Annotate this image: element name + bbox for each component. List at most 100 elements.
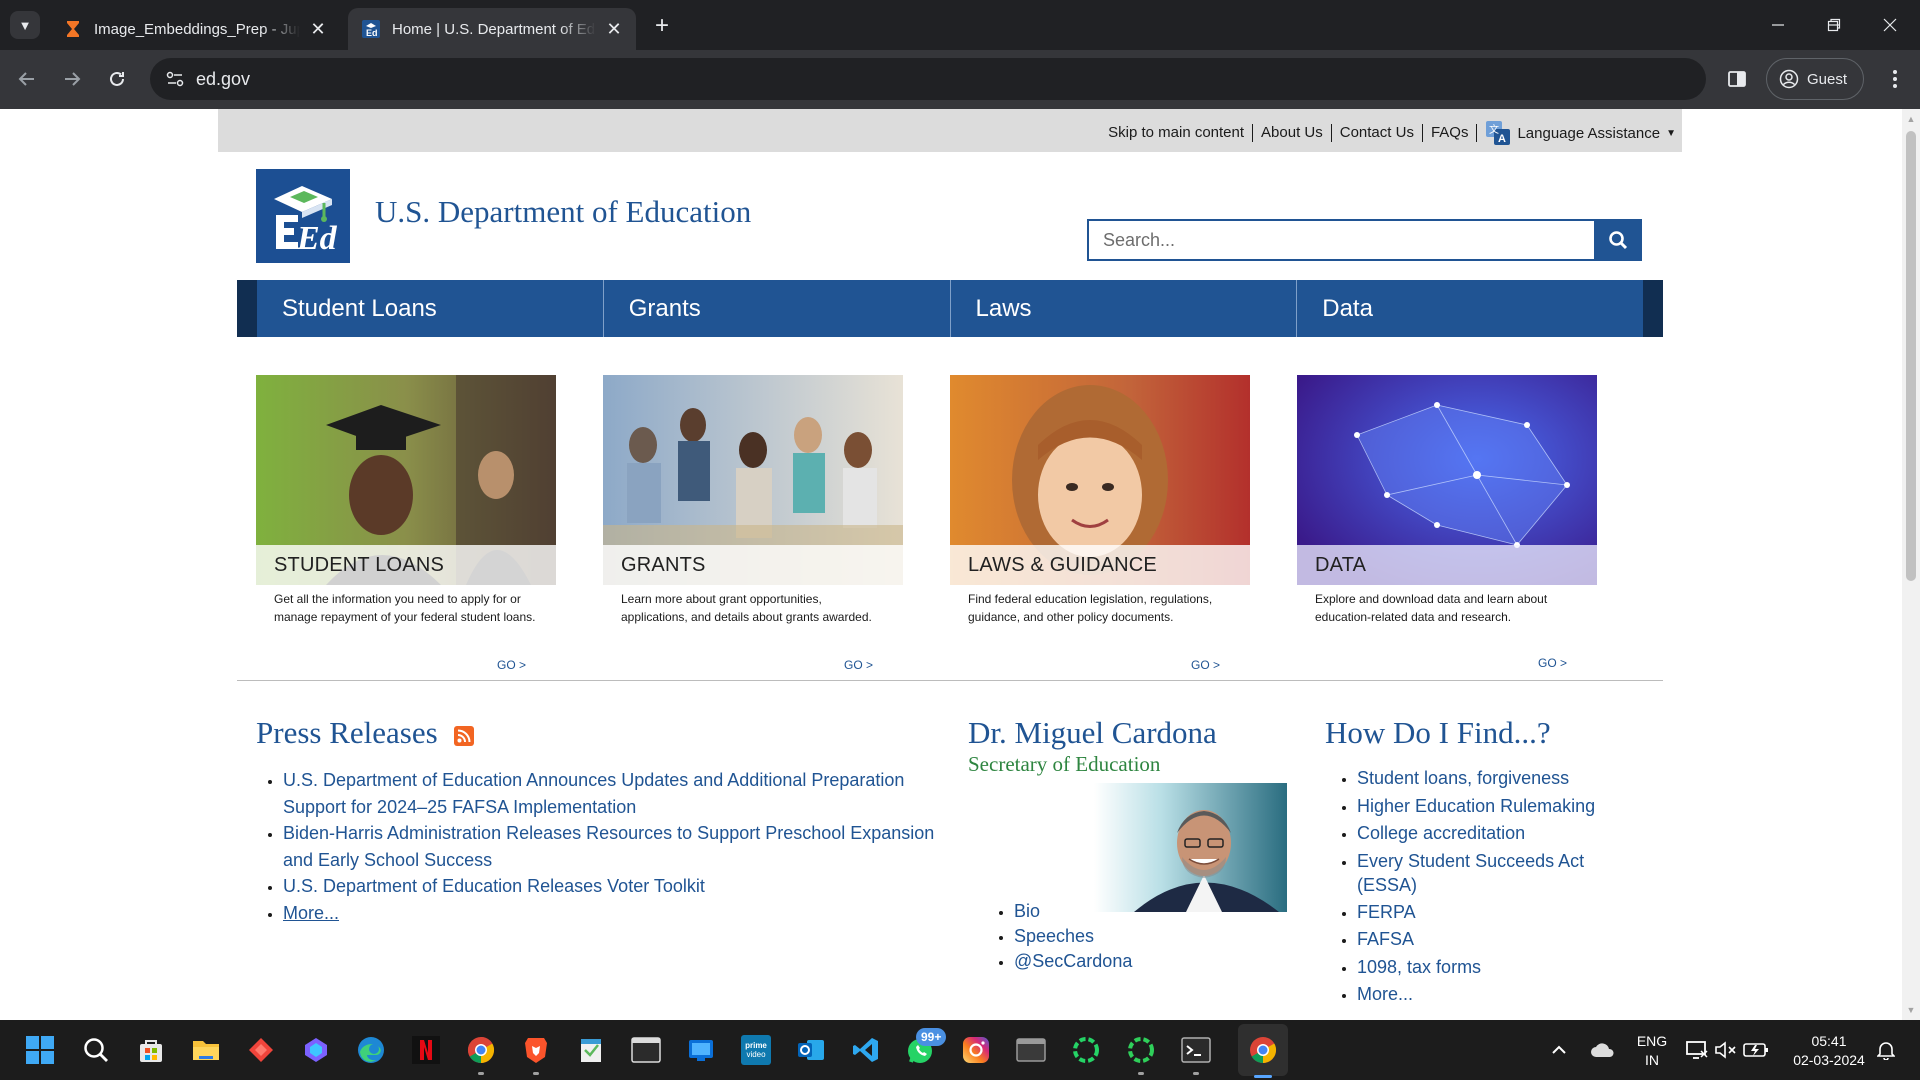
- start-icon[interactable]: [22, 1032, 58, 1068]
- card-student-loans[interactable]: STUDENT LOANS Get all the information yo…: [256, 375, 556, 672]
- card-go-link[interactable]: GO >: [1538, 656, 1567, 670]
- press-more-link[interactable]: More...: [283, 900, 936, 927]
- microsoft-store-icon[interactable]: [133, 1032, 169, 1068]
- windows-app-icon[interactable]: [683, 1032, 719, 1068]
- nav-data[interactable]: Data: [1297, 280, 1643, 337]
- chrome-icon[interactable]: [463, 1032, 499, 1068]
- faqs-link[interactable]: FAQs: [1423, 124, 1478, 142]
- main-navigation: Student Loans Grants Laws Data: [237, 280, 1663, 337]
- tab-search-button[interactable]: ▼: [10, 11, 40, 39]
- card-go-link[interactable]: GO >: [1191, 658, 1220, 672]
- browser-menu-button[interactable]: [1880, 62, 1910, 96]
- nav-laws[interactable]: Laws: [951, 280, 1298, 337]
- copilot-icon[interactable]: [298, 1032, 334, 1068]
- reload-icon: [110, 71, 124, 86]
- running-indicator: [1193, 1072, 1199, 1075]
- site-title[interactable]: U.S. Department of Education: [375, 194, 751, 230]
- card-go-link[interactable]: GO >: [497, 658, 526, 672]
- brave-icon[interactable]: [518, 1032, 554, 1068]
- language-code: ENG: [1636, 1033, 1668, 1049]
- netflix-icon[interactable]: [408, 1032, 444, 1068]
- volume-muted-icon[interactable]: [1712, 1032, 1740, 1068]
- anydesk-icon[interactable]: [243, 1032, 279, 1068]
- terminal-icon[interactable]: [628, 1032, 664, 1068]
- reload-button[interactable]: [100, 62, 134, 96]
- nav-student-loans[interactable]: Student Loans: [257, 280, 604, 337]
- edge-icon[interactable]: [353, 1032, 389, 1068]
- secretary-twitter-link[interactable]: @SecCardona: [1014, 949, 1132, 974]
- notification-bell-icon[interactable]: [1872, 1032, 1900, 1068]
- back-button[interactable]: [10, 62, 44, 96]
- find-more-link[interactable]: More...: [1357, 981, 1600, 1009]
- scroll-down-icon[interactable]: ▼: [1906, 1004, 1916, 1016]
- new-tab-button[interactable]: +: [648, 12, 676, 40]
- find-item[interactable]: Higher Education Rulemaking: [1357, 793, 1600, 821]
- secretary-bio-link[interactable]: Bio: [1014, 899, 1127, 924]
- search-icon[interactable]: [78, 1032, 114, 1068]
- ed-logo-graphic: Ed: [274, 186, 338, 257]
- close-window-button[interactable]: [1862, 0, 1918, 50]
- terminal-icon-2[interactable]: [1178, 1032, 1214, 1068]
- site-settings-icon[interactable]: [164, 68, 186, 90]
- card-caption: STUDENT LOANS: [274, 554, 445, 576]
- rss-icon[interactable]: [454, 726, 474, 746]
- nav-grants[interactable]: Grants: [604, 280, 951, 337]
- secretary-name[interactable]: Dr. Miguel Cardona: [968, 715, 1217, 751]
- tab-jupyter[interactable]: Image_Embeddings_Prep - Jupyter ✕: [50, 8, 340, 50]
- card-laws-guidance[interactable]: LAWS & GUIDANCE Find federal education l…: [950, 375, 1250, 672]
- find-item[interactable]: FAFSA: [1357, 926, 1600, 954]
- find-item[interactable]: 1098, tax forms: [1357, 954, 1600, 982]
- page-scrollbar[interactable]: ▲ ▼: [1902, 109, 1920, 1020]
- window-app-icon[interactable]: [1013, 1032, 1049, 1068]
- close-tab-icon[interactable]: ✕: [306, 17, 330, 41]
- scroll-up-icon[interactable]: ▲: [1906, 113, 1916, 125]
- ed-favicon-icon: Ed: [362, 20, 380, 38]
- onedrive-icon[interactable]: [1586, 1032, 1620, 1068]
- press-release-item[interactable]: U.S. Department of Education Announces U…: [283, 767, 936, 820]
- loader-app-icon-2[interactable]: [1123, 1032, 1159, 1068]
- restore-button[interactable]: [1806, 0, 1862, 50]
- find-item[interactable]: FERPA: [1357, 899, 1600, 927]
- secretary-speeches-link[interactable]: Speeches: [1014, 924, 1127, 949]
- scroll-thumb[interactable]: [1906, 131, 1916, 581]
- ed-logo[interactable]: Ed: [256, 169, 350, 263]
- address-bar[interactable]: ed.gov: [150, 58, 1706, 100]
- tab-ed-gov[interactable]: Ed Home | U.S. Department of Education ✕: [348, 8, 636, 50]
- clock[interactable]: 05:41 02-03-2024: [1780, 1032, 1878, 1070]
- outlook-icon[interactable]: [793, 1032, 829, 1068]
- chrome-icon-active[interactable]: [1245, 1032, 1281, 1068]
- minimize-button[interactable]: [1750, 0, 1806, 50]
- url-text[interactable]: ed.gov: [196, 69, 250, 90]
- chevron-up-icon[interactable]: [1544, 1032, 1574, 1068]
- instagram-icon[interactable]: [958, 1032, 994, 1068]
- vscode-icon[interactable]: [848, 1032, 884, 1068]
- about-us-link[interactable]: About Us: [1253, 124, 1332, 142]
- language-indicator[interactable]: ENG IN: [1632, 1032, 1672, 1070]
- card-grants[interactable]: GRANTS Learn more about grant opportunit…: [603, 375, 903, 672]
- side-panel-icon[interactable]: [1722, 64, 1752, 94]
- card-go-link[interactable]: GO >: [844, 658, 873, 672]
- arrow-right-icon: [65, 72, 81, 86]
- profile-button[interactable]: Guest: [1766, 58, 1864, 100]
- card-data[interactable]: DATA Explore and download data and learn…: [1297, 375, 1597, 670]
- contact-us-link[interactable]: Contact Us: [1332, 124, 1423, 142]
- battery-charging-icon[interactable]: [1741, 1032, 1771, 1068]
- find-item[interactable]: Every Student Succeeds Act (ESSA): [1357, 848, 1600, 899]
- search-input[interactable]: [1089, 221, 1594, 259]
- find-item[interactable]: College accreditation: [1357, 820, 1600, 848]
- find-item[interactable]: Student loans, forgiveness: [1357, 765, 1600, 793]
- press-releases-heading[interactable]: Press Releases: [256, 715, 438, 751]
- forward-button[interactable]: [55, 62, 89, 96]
- press-release-item[interactable]: U.S. Department of Education Releases Vo…: [283, 873, 936, 900]
- language-assistance-dropdown[interactable]: 文 A Language Assistance ▼: [1477, 120, 1676, 146]
- prime-video-icon[interactable]: prime video: [738, 1032, 774, 1068]
- skip-to-main-link[interactable]: Skip to main content: [1100, 124, 1254, 142]
- loader-app-icon[interactable]: [1068, 1032, 1104, 1068]
- close-tab-icon[interactable]: ✕: [602, 17, 626, 41]
- card-description: Explore and download data and learn abou…: [1315, 592, 1548, 624]
- network-icon[interactable]: [1683, 1032, 1711, 1068]
- press-release-item[interactable]: Biden-Harris Administration Releases Res…: [283, 820, 936, 873]
- file-explorer-icon[interactable]: [188, 1032, 224, 1068]
- notepad-icon[interactable]: [573, 1032, 609, 1068]
- search-button[interactable]: [1594, 219, 1642, 261]
